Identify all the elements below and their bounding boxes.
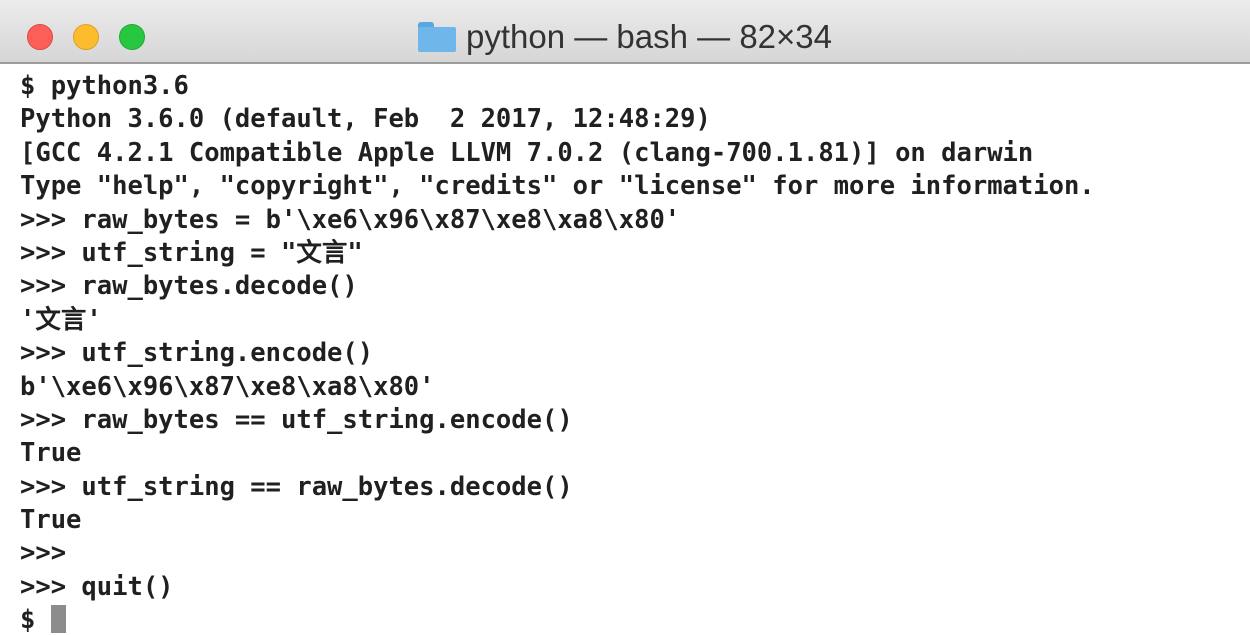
terminal-output[interactable]: $ python3.6 Python 3.6.0 (default, Feb 2…	[20, 70, 1245, 635]
terminal-line: >>> quit()	[20, 571, 1245, 604]
terminal-line-text: >>> raw_bytes.decode()	[20, 271, 358, 302]
terminal-line: '文言'	[20, 304, 1245, 337]
terminal-line: >>> raw_bytes == utf_string.encode()	[20, 404, 1245, 437]
folder-icon	[418, 22, 456, 52]
terminal-line: [GCC 4.2.1 Compatible Apple LLVM 7.0.2 (…	[20, 137, 1245, 170]
terminal-line-text: Python 3.6.0 (default, Feb 2 2017, 12:48…	[20, 104, 711, 135]
cursor-block	[51, 605, 67, 634]
terminal-line: >>> utf_string.encode()	[20, 337, 1245, 370]
terminal-line-text: >>> raw_bytes == utf_string.encode()	[20, 404, 573, 435]
terminal-line: $ python3.6	[20, 70, 1245, 103]
terminal-line-text: '文言'	[20, 304, 102, 335]
terminal-line: True	[20, 504, 1245, 537]
terminal-line-text: [GCC 4.2.1 Compatible Apple LLVM 7.0.2 (…	[20, 137, 1034, 168]
terminal-line-text: >>> quit()	[20, 571, 174, 602]
window-title-text: python — bash — 82×34	[466, 18, 832, 55]
terminal-line-text: True	[20, 505, 82, 536]
terminal-line-text: >>> utf_string.encode()	[20, 338, 374, 369]
terminal-line: >>> utf_string == raw_bytes.decode()	[20, 471, 1245, 504]
title-bar[interactable]: python — bash — 82×34	[0, 0, 1250, 64]
terminal-line-text: $ python3.6	[20, 71, 189, 101]
terminal-prompt-line[interactable]: $	[20, 604, 1245, 635]
terminal-line: b'\xe6\x96\x87\xe8\xa8\x80'	[20, 371, 1245, 404]
terminal-window: python — bash — 82×34 $ python3.6 Python…	[0, 0, 1250, 635]
terminal-line: >>> utf_string = "文言"	[20, 237, 1245, 270]
terminal-line: >>> raw_bytes.decode()	[20, 270, 1245, 303]
window-title: python — bash — 82×34	[0, 14, 1250, 64]
terminal-line-text: True	[20, 438, 82, 469]
terminal-line: Type "help", "copyright", "credits" or "…	[20, 170, 1245, 203]
terminal-line-text: >>> raw_bytes = b'\xe6\x96\x87\xe8\xa8\x…	[20, 204, 681, 235]
terminal-line: True	[20, 437, 1245, 470]
terminal-line: >>> raw_bytes = b'\xe6\x96\x87\xe8\xa8\x…	[20, 204, 1245, 237]
terminal-line-text: >>> utf_string = "文言"	[20, 237, 363, 268]
terminal-line-text: >>> utf_string == raw_bytes.decode()	[20, 471, 573, 502]
terminal-line: Python 3.6.0 (default, Feb 2 2017, 12:48…	[20, 103, 1245, 136]
terminal-prompt: $	[20, 605, 36, 635]
terminal-line: >>>	[20, 537, 1245, 570]
terminal-line-text: b'\xe6\x96\x87\xe8\xa8\x80'	[20, 371, 435, 402]
terminal-line-text: >>>	[20, 538, 67, 569]
terminal-line-text: Type "help", "copyright", "credits" or "…	[20, 171, 1095, 202]
